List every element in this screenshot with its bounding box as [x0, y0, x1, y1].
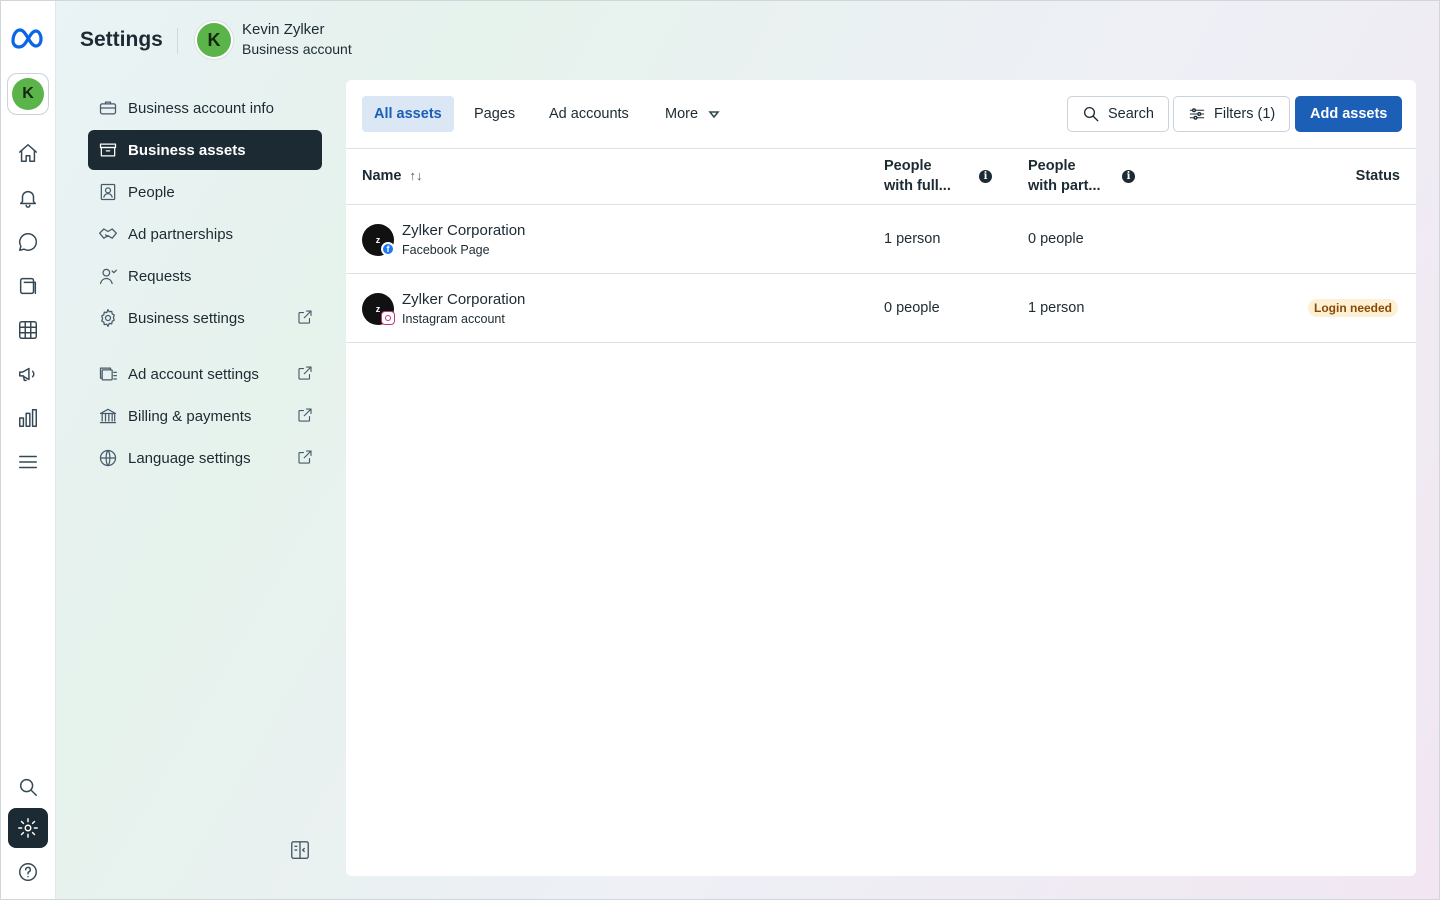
- tab-more-label: More: [665, 106, 699, 122]
- people-full-count: 1 person: [884, 231, 941, 247]
- account-name: Kevin Zylker: [242, 21, 325, 38]
- asset-name[interactable]: Zylker Corporation: [402, 222, 525, 239]
- filters-button[interactable]: Filters (1): [1173, 96, 1291, 132]
- table-icon[interactable]: [8, 310, 48, 350]
- table-header: Name ↑↓ People with full... i People with…: [346, 148, 1416, 205]
- nav-item-business-account-info[interactable]: Business account info: [88, 88, 322, 128]
- header-divider: [177, 28, 178, 54]
- column-status: Status: [1355, 168, 1400, 184]
- menu-icon[interactable]: [8, 442, 48, 482]
- gear-icon: [96, 306, 120, 330]
- people-icon: [96, 180, 120, 204]
- settings-icon[interactable]: [8, 808, 48, 848]
- collapse-sidebar-icon[interactable]: [289, 839, 311, 861]
- facebook-icon: f: [381, 242, 395, 256]
- table-row[interactable]: z f Zylker Corporation Facebook Page 1 p…: [346, 205, 1416, 274]
- nav-item-label: Business settings: [128, 309, 245, 327]
- asset-name[interactable]: Zylker Corporation: [402, 291, 525, 308]
- nav-item-label: Requests: [128, 267, 192, 285]
- column-people-partial-line2: with part...: [1028, 178, 1101, 194]
- nav-item-label: Ad partnerships: [128, 225, 234, 243]
- external-link-icon: [296, 448, 314, 466]
- column-people-partial-line1: People: [1028, 158, 1076, 174]
- assets-icon: [96, 138, 120, 162]
- nav-item-label: Billing & payments: [128, 407, 252, 425]
- instagram-icon: [381, 311, 395, 325]
- column-name-label: Name: [362, 168, 402, 184]
- tab-all-assets[interactable]: All assets: [362, 96, 454, 132]
- nav-item-language-settings[interactable]: Language settings: [88, 438, 322, 478]
- people-full-count: 0 people: [884, 300, 940, 316]
- external-link-icon: [296, 406, 314, 424]
- people-partial-count: 0 people: [1028, 231, 1084, 247]
- nav-item-business-assets[interactable]: Business assets: [88, 130, 322, 170]
- nav-item-people[interactable]: People: [88, 172, 322, 212]
- column-people-full-line2: with full...: [884, 178, 951, 194]
- messages-icon[interactable]: [8, 222, 48, 262]
- tab-more[interactable]: More: [653, 96, 732, 132]
- asset-type: Instagram account: [402, 312, 505, 326]
- column-people-full-line1: People: [884, 158, 932, 174]
- avatar[interactable]: K: [195, 21, 233, 59]
- info-icon[interactable]: i: [979, 170, 992, 183]
- handshake-icon: [96, 222, 120, 246]
- globe-icon: [96, 446, 120, 470]
- nav-item-requests[interactable]: Requests: [88, 256, 322, 296]
- nav-item-label: Ad account settings: [128, 365, 259, 383]
- search-button-label: Search: [1108, 106, 1154, 122]
- search-button[interactable]: Search: [1067, 96, 1169, 132]
- pages-icon[interactable]: [8, 266, 48, 306]
- external-link-icon: [296, 308, 314, 326]
- nav-item-ad-partnerships[interactable]: Ad partnerships: [88, 214, 322, 254]
- column-people-partial: People with part...: [1028, 156, 1101, 196]
- nav-item-label: Business account info: [128, 99, 274, 117]
- account-type: Business account: [242, 41, 352, 57]
- requests-icon: [96, 264, 120, 288]
- column-name[interactable]: Name ↑↓: [362, 166, 423, 186]
- nav-item-ad-account-settings[interactable]: Ad account settings: [88, 354, 322, 394]
- info-icon[interactable]: i: [1122, 170, 1135, 183]
- sort-icon[interactable]: ↑↓: [410, 166, 423, 186]
- meta-logo-icon[interactable]: [9, 22, 47, 52]
- nav-item-billing-payments[interactable]: Billing & payments: [88, 396, 322, 436]
- status-badge[interactable]: Login needed: [1308, 299, 1398, 317]
- filters-button-label: Filters (1): [1214, 106, 1276, 122]
- nav-item-label: People: [128, 183, 175, 201]
- help-icon[interactable]: [8, 852, 48, 892]
- asset-type: Facebook Page: [402, 243, 490, 257]
- briefcase-icon: [96, 96, 120, 120]
- search-icon: [1083, 106, 1099, 122]
- page-title: Settings: [80, 28, 163, 51]
- account-switcher[interactable]: K: [7, 73, 49, 115]
- tab-pages[interactable]: Pages: [462, 96, 527, 132]
- left-rail: K: [0, 0, 56, 900]
- nav-item-label: Business assets: [128, 141, 246, 159]
- chevron-down-icon: [708, 111, 720, 119]
- avatar: K: [12, 78, 44, 110]
- tab-ad-accounts[interactable]: Ad accounts: [537, 96, 641, 132]
- bank-icon: [96, 404, 120, 428]
- insights-icon[interactable]: [8, 398, 48, 438]
- ads-icon[interactable]: [8, 354, 48, 394]
- search-icon[interactable]: [8, 767, 48, 807]
- home-icon[interactable]: [8, 133, 48, 173]
- ad-account-icon: [96, 362, 120, 386]
- nav-item-business-settings[interactable]: Business settings: [88, 298, 322, 338]
- notifications-icon[interactable]: [8, 178, 48, 218]
- assets-panel: All assets Pages Ad accounts More Search…: [346, 80, 1416, 876]
- nav-item-label: Language settings: [128, 449, 251, 467]
- people-partial-count: 1 person: [1028, 300, 1085, 316]
- add-assets-button[interactable]: Add assets: [1295, 96, 1403, 132]
- filter-sliders-icon: [1189, 108, 1205, 120]
- table-row[interactable]: z Zylker Corporation Instagram account 0…: [346, 274, 1416, 343]
- column-people-full: People with full...: [884, 156, 951, 196]
- external-link-icon: [296, 364, 314, 382]
